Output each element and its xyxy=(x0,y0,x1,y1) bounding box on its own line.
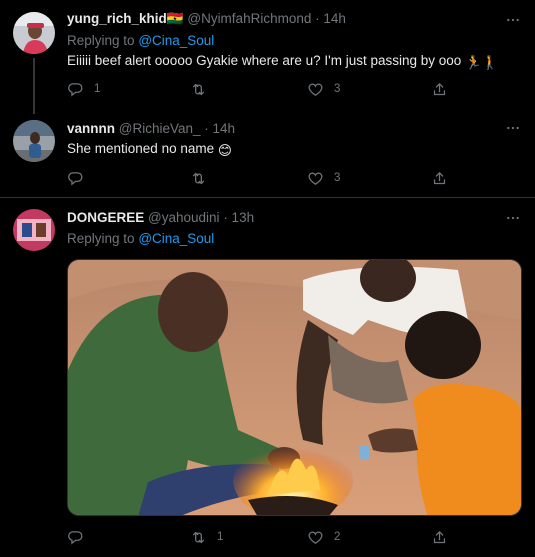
reply-icon xyxy=(67,170,84,187)
share-button[interactable] xyxy=(431,527,448,547)
reply-button[interactable] xyxy=(67,168,94,188)
timestamp[interactable]: · 13h xyxy=(223,210,254,225)
timestamp[interactable]: · 14h xyxy=(204,121,235,136)
tweet-header: vannnn @RichieVan_ · 14h xyxy=(67,121,235,136)
tweet-text-body: She mentioned no name xyxy=(67,141,215,156)
tweet-text: Eiiiii beef alert ooooo Gyakie where are… xyxy=(67,53,499,71)
share-icon xyxy=(431,529,448,546)
timestamp[interactable]: · 14h xyxy=(315,11,346,26)
reply-count: 1 xyxy=(94,83,101,95)
tweet-header: yung_rich_khid🇬🇭 @NyimfahRichmond · 14h xyxy=(67,11,346,27)
avatar[interactable] xyxy=(13,120,55,162)
tweet-photo[interactable] xyxy=(67,259,522,516)
heart-icon xyxy=(307,81,324,98)
reply-button[interactable] xyxy=(67,527,94,547)
tweet-1[interactable]: yung_rich_khid🇬🇭 @NyimfahRichmond · 14h … xyxy=(0,0,535,114)
share-button[interactable] xyxy=(431,168,448,188)
avatar[interactable] xyxy=(13,12,55,54)
handle[interactable]: @RichieVan_ xyxy=(119,121,201,136)
retweet-count: 1 xyxy=(217,531,224,543)
retweet-button[interactable] xyxy=(190,168,217,188)
flag-emoji: 🇬🇭 xyxy=(166,11,184,26)
reply-icon xyxy=(67,81,84,98)
thread-line xyxy=(33,58,35,114)
tweet-actions: 3 xyxy=(67,168,447,188)
tweet-actions: 1 2 xyxy=(67,527,447,547)
replying-prefix: Replying to xyxy=(67,33,135,48)
replying-to-link[interactable]: @Cina_Soul xyxy=(138,33,214,48)
emoji: 😊 xyxy=(217,143,232,158)
retweet-icon xyxy=(190,529,207,546)
tweet-2[interactable]: vannnn @RichieVan_ · 14h She mentioned n… xyxy=(0,112,535,198)
replying-to-link[interactable]: @Cina_Soul xyxy=(138,231,214,246)
share-icon xyxy=(431,170,448,187)
reply-icon xyxy=(67,529,84,546)
display-name[interactable]: yung_rich_khid xyxy=(67,11,167,26)
retweet-button[interactable]: 1 xyxy=(190,527,223,547)
like-count: 3 xyxy=(334,83,341,95)
heart-icon xyxy=(307,170,324,187)
replying-to: Replying to @Cina_Soul xyxy=(67,33,214,48)
emoji: 🏃🚶 xyxy=(465,55,499,70)
share-icon xyxy=(431,81,448,98)
share-button[interactable] xyxy=(431,79,448,99)
like-count: 2 xyxy=(334,531,341,543)
retweet-icon xyxy=(190,81,207,98)
heart-icon xyxy=(307,529,324,546)
replying-to: Replying to @Cina_Soul xyxy=(67,231,214,246)
display-name[interactable]: vannnn xyxy=(67,121,115,136)
like-count: 3 xyxy=(334,172,341,184)
like-button[interactable]: 3 xyxy=(307,79,340,99)
retweet-icon xyxy=(190,170,207,187)
handle[interactable]: @NyimfahRichmond xyxy=(187,11,311,26)
tweet-header: DONGEREE @yahoudini · 13h xyxy=(67,210,254,225)
replying-prefix: Replying to xyxy=(67,231,135,246)
photo-illustration xyxy=(68,260,521,515)
more-icon[interactable] xyxy=(505,210,521,226)
display-name[interactable]: DONGEREE xyxy=(67,210,144,225)
like-button[interactable]: 2 xyxy=(307,527,340,547)
tweet-text: She mentioned no name 😊 xyxy=(67,141,232,159)
tweet-text-body: Eiiiii beef alert ooooo Gyakie where are… xyxy=(67,53,462,68)
more-icon[interactable] xyxy=(505,12,521,28)
retweet-button[interactable] xyxy=(190,79,217,99)
avatar[interactable] xyxy=(13,209,55,251)
handle[interactable]: @yahoudini xyxy=(148,210,220,225)
like-button[interactable]: 3 xyxy=(307,168,340,188)
reply-button[interactable]: 1 xyxy=(67,79,100,99)
tweet-actions: 1 3 xyxy=(67,79,447,99)
more-icon[interactable] xyxy=(505,120,521,136)
